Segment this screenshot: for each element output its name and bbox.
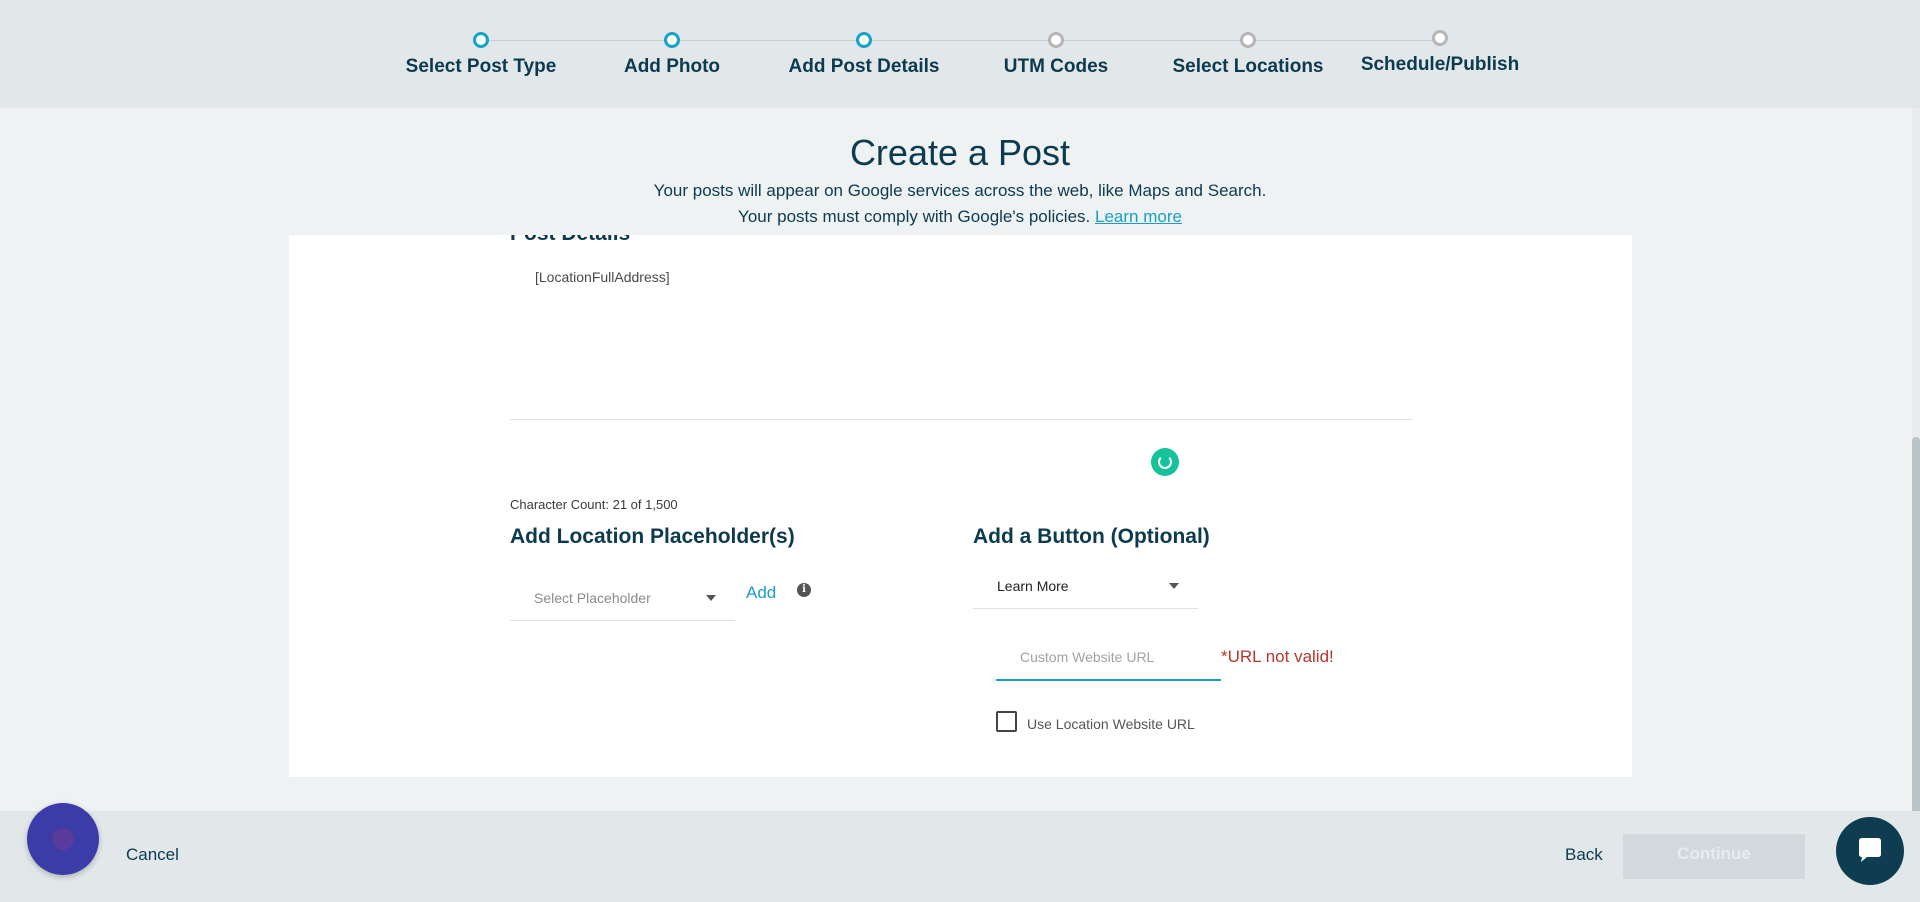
caret-down-icon — [706, 595, 716, 601]
step-add-photo[interactable]: Add Photo — [572, 32, 772, 78]
grammarly-icon[interactable] — [1151, 448, 1179, 476]
help-launcher-icon[interactable] — [27, 803, 99, 875]
placeholder-select[interactable]: Select Placeholder — [510, 575, 735, 621]
placeholder-select-value: Select Placeholder — [534, 590, 651, 606]
step-select-locations: Select Locations — [1148, 32, 1348, 78]
step-label: UTM Codes — [1003, 56, 1109, 77]
use-location-url-label[interactable]: Use Location Website URL — [1027, 716, 1195, 732]
policy-text: Your posts must comply with Google's pol… — [738, 207, 1091, 226]
step-label: Add Post Details — [788, 56, 940, 77]
step-indicator — [473, 32, 489, 48]
cancel-button[interactable]: Cancel — [126, 845, 179, 865]
step-add-post-details[interactable]: Add Post Details — [764, 32, 964, 78]
step-indicator — [1432, 30, 1448, 46]
button-type-value: Learn More — [997, 578, 1069, 594]
button-section-title: Add a Button (Optional) — [973, 525, 1210, 548]
custom-url-field-wrapper — [996, 635, 1221, 681]
back-button[interactable]: Back — [1565, 845, 1603, 865]
step-label: Add Photo — [623, 56, 721, 77]
continue-button[interactable]: Continue — [1623, 834, 1805, 879]
step-label: Select Locations — [1172, 56, 1324, 77]
custom-url-input[interactable] — [996, 635, 1221, 679]
page-scrollbar[interactable] — [1912, 108, 1920, 882]
step-indicator — [856, 32, 872, 48]
step-label: Schedule/Publish — [1360, 54, 1520, 75]
character-count: Character Count: 21 of 1,500 — [510, 497, 678, 512]
step-indicator — [1240, 32, 1256, 48]
post-body-text: [LocationFullAddress] — [535, 269, 670, 285]
button-type-select[interactable]: Learn More — [973, 563, 1198, 609]
caret-down-icon — [1169, 583, 1179, 589]
chat-bubble-icon[interactable] — [1836, 817, 1904, 885]
url-error-message: *URL not valid! — [1221, 647, 1334, 666]
step-indicator — [1048, 32, 1064, 48]
chat-bubble-glyph — [1859, 838, 1881, 862]
page-subtitle: Your posts will appear on Google service… — [653, 181, 1267, 200]
step-utm-codes: UTM Codes — [956, 32, 1156, 78]
post-body-textarea[interactable]: [LocationFullAddress] — [510, 253, 1413, 420]
page-title: Create a Post — [849, 132, 1071, 173]
policy-note: Your posts must comply with Google's pol… — [0, 207, 1920, 227]
add-placeholder-button[interactable]: Add — [746, 583, 776, 603]
step-label: Select Post Type — [405, 56, 557, 77]
step-select-post-type[interactable]: Select Post Type — [381, 32, 581, 78]
info-icon[interactable]: i — [797, 583, 811, 597]
placeholder-section-title: Add Location Placeholder(s) — [510, 525, 795, 548]
step-schedule-publish: Schedule/Publish — [1340, 30, 1540, 76]
learn-more-link[interactable]: Learn more — [1095, 207, 1182, 226]
section-title: Post Details — [510, 235, 630, 246]
step-indicator — [664, 32, 680, 48]
use-location-url-checkbox[interactable] — [996, 711, 1017, 732]
progress-stepper: Select Post Type Add Photo Add Post Deta… — [0, 0, 1920, 108]
post-details-card: Post Details [LocationFullAddress] Chara… — [289, 235, 1632, 777]
